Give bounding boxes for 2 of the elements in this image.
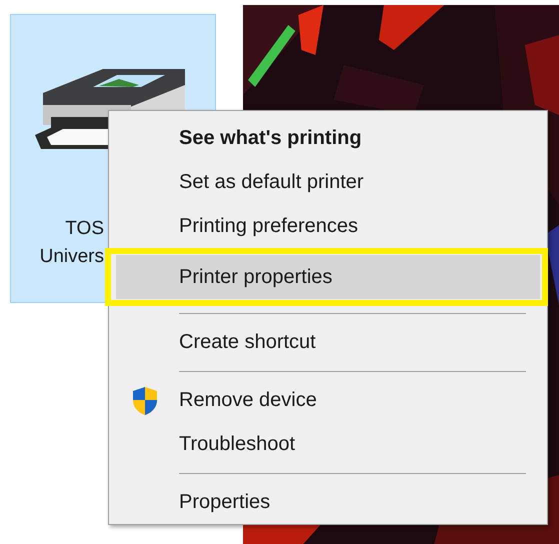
printer-name: TOS	[65, 217, 104, 241]
printer-name: Univers	[40, 245, 104, 269]
